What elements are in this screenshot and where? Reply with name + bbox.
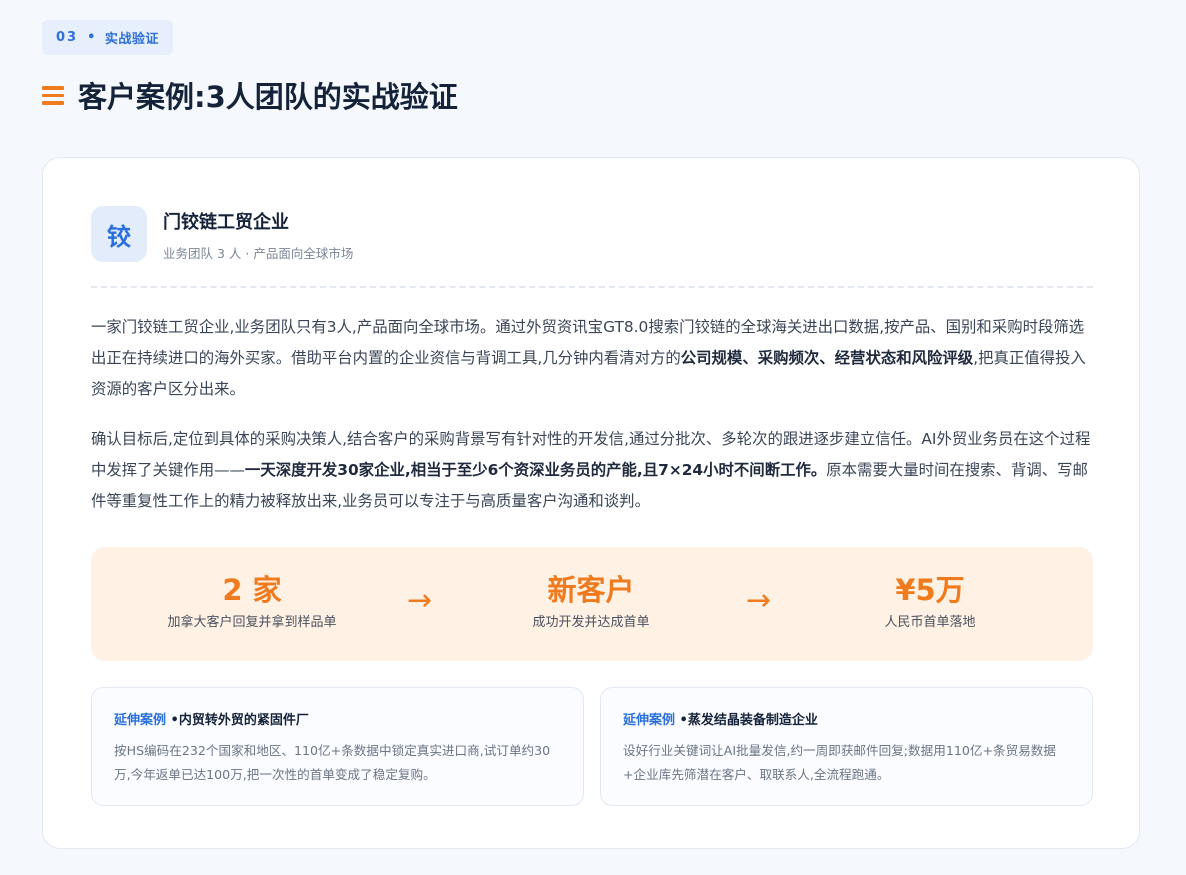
paragraph-2-highlight: 一天深度开发30家企业,相当于至少6个资深业务员的产能,且7×24小时不间断工作… <box>244 461 827 479</box>
stat-first-order: ¥5万 人民币首单落地 <box>800 571 1060 630</box>
case-paragraph-1: 一家门铰链工贸企业,业务团队只有3人,产品面向全球市场。通过外贸资讯宝GT8.0… <box>91 312 1095 405</box>
page-title-row: 客户案例:3人团队的实战验证 <box>42 74 458 116</box>
company-logo: 铰 <box>91 206 147 262</box>
stat-label: 人民币首单落地 <box>884 615 976 630</box>
stat-value: 2 家 <box>222 573 282 607</box>
results-panel: 2 家 加拿大客户回复并拿到样品单 → 新客户 成功开发并达成首单 → ¥5万 … <box>91 547 1093 661</box>
extension-title: •内贸转外贸的紧固件厂 <box>170 713 309 728</box>
extension-case-evaporation: 延伸案例 •蒸发结晶装备制造企业 设好行业关键词让AI批量发信,约一周即获邮件回… <box>600 687 1093 806</box>
extension-tag: 延伸案例 <box>114 713 167 728</box>
extension-heading: 延伸案例 •内贸转外贸的紧固件厂 <box>114 709 309 728</box>
stat-value: 新客户 <box>547 573 635 607</box>
arrow-right-icon: → <box>746 583 772 618</box>
section-label: 实战验证 <box>104 32 159 47</box>
stat-samples: 2 家 加拿大客户回复并拿到样品单 <box>122 571 382 630</box>
dashed-divider <box>91 286 1093 288</box>
stat-label: 成功开发并达成首单 <box>532 615 650 630</box>
page-title: 客户案例:3人团队的实战验证 <box>78 80 458 114</box>
extension-heading: 延伸案例 •蒸发结晶装备制造企业 <box>623 709 818 728</box>
menu-icon <box>42 85 64 105</box>
extension-body: 设好行业关键词让AI批量发信,约一周即获邮件回复;数据用110亿+条贸易数据+企… <box>623 743 1056 782</box>
case-card: 铰 门铰链工贸企业 业务团队 3 人 · 产品面向全球市场 一家门铰链工贸企业,… <box>42 157 1140 849</box>
company-name: 门铰链工贸企业 <box>163 212 289 233</box>
section-separator: • <box>87 30 96 45</box>
extension-body: 按HS编码在232个国家和地区、110亿+条数据中锁定真实进口商,试订单约30万… <box>114 743 551 782</box>
stat-label: 加拿大客户回复并拿到样品单 <box>167 615 337 630</box>
arrow-right-icon: → <box>407 583 433 618</box>
company-subtitle: 业务团队 3 人 · 产品面向全球市场 <box>163 246 354 261</box>
stat-value: ¥5万 <box>895 573 965 607</box>
stat-new-customer: 新客户 成功开发并达成首单 <box>461 571 721 630</box>
extension-case-fastener: 延伸案例 •内贸转外贸的紧固件厂 按HS编码在232个国家和地区、110亿+条数… <box>91 687 584 806</box>
section-tag: 03 • 实战验证 <box>42 20 173 55</box>
section-number: 03 <box>56 30 79 45</box>
extension-title: •蒸发结晶装备制造企业 <box>679 713 818 728</box>
paragraph-1-highlight: 公司规模、采购频次、经营状态和风险评级 <box>680 349 974 367</box>
extension-tag: 延伸案例 <box>623 713 676 728</box>
case-paragraph-2: 确认目标后,定位到具体的采购决策人,结合客户的采购背景写有针对性的开发信,通过分… <box>91 424 1095 517</box>
